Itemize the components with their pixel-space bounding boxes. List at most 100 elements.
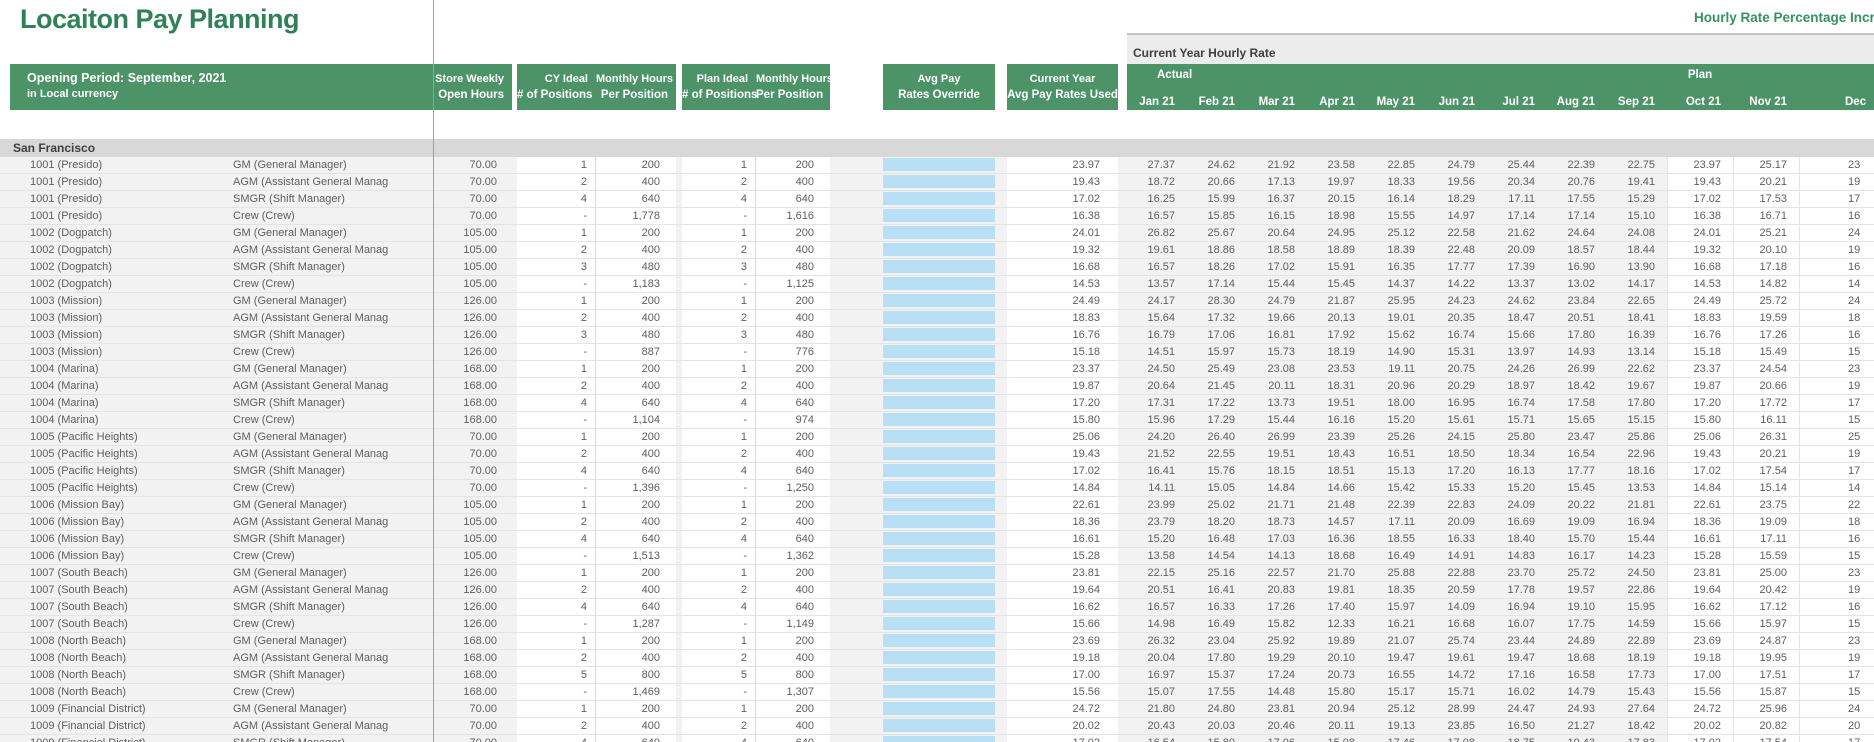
cell-rate-apr[interactable]: 14.66	[1307, 480, 1367, 496]
cell-avg-pay-override-input[interactable]	[883, 192, 995, 205]
cell-rate-mar[interactable]: 26.99	[1247, 429, 1307, 445]
cell-plan-hours[interactable]: 200	[756, 633, 830, 649]
cell-rate-apr[interactable]: 18.31	[1307, 378, 1367, 394]
cell-rate-aug[interactable]: 23.84	[1547, 293, 1607, 309]
cell-rate-apr[interactable]: 20.13	[1307, 310, 1367, 326]
cell-plan-hours[interactable]: 200	[756, 225, 830, 241]
cell-plan-positions[interactable]: 2	[682, 242, 756, 258]
cell-rate-may[interactable]: 25.26	[1367, 429, 1427, 445]
cell-cy-positions[interactable]: 1	[517, 701, 596, 717]
cell-location[interactable]: 1009 (Financial District)	[0, 735, 230, 742]
cell-rate-may[interactable]: 15.13	[1367, 463, 1427, 479]
cell-open-hours[interactable]: 105.00	[433, 548, 512, 564]
cell-location[interactable]: 1003 (Mission)	[0, 327, 230, 343]
cell-cy-hours[interactable]: 640	[596, 395, 676, 411]
cell-location[interactable]: 1001 (Presido)	[0, 157, 230, 173]
cell-avg-rate-used[interactable]: 17.00	[1007, 667, 1118, 683]
cell-open-hours[interactable]: 70.00	[433, 735, 512, 742]
cell-rate-jun[interactable]: 17.20	[1427, 463, 1487, 479]
cell-rate-sep[interactable]: 16.39	[1607, 327, 1667, 343]
cell-plan-positions[interactable]: 4	[682, 531, 756, 547]
cell-rate-aug[interactable]: 20.51	[1547, 310, 1607, 326]
cell-plan-hours[interactable]: 400	[756, 650, 830, 666]
cell-rate-oct-plan[interactable]: 19.32	[1667, 242, 1733, 258]
cell-rate-aug[interactable]: 24.89	[1547, 633, 1607, 649]
cell-open-hours[interactable]: 126.00	[433, 327, 512, 343]
cell-plan-positions[interactable]: 3	[682, 259, 756, 275]
cell-avg-rate-used[interactable]: 15.66	[1007, 616, 1118, 632]
cell-plan-hours[interactable]: 480	[756, 327, 830, 343]
cell-avg-rate-used[interactable]: 19.18	[1007, 650, 1118, 666]
cell-rate-dec-partial[interactable]: 17	[1799, 395, 1874, 411]
cell-rate-mar[interactable]: 15.82	[1247, 616, 1307, 632]
cell-position[interactable]: SMGR (Shift Manager)	[230, 259, 433, 275]
cell-avg-pay-override-input[interactable]	[883, 243, 995, 256]
cell-cy-positions[interactable]: 2	[517, 446, 596, 462]
cell-rate-sep[interactable]: 21.81	[1607, 497, 1667, 513]
cell-position[interactable]: Crew (Crew)	[230, 208, 433, 224]
cell-rate-jan[interactable]: 20.43	[1127, 718, 1187, 734]
cell-plan-hours[interactable]: 640	[756, 735, 830, 742]
cell-plan-positions[interactable]: 5	[682, 667, 756, 683]
cell-rate-feb[interactable]: 17.14	[1187, 276, 1247, 292]
cell-cy-positions[interactable]: 4	[517, 191, 596, 207]
cell-avg-rate-used[interactable]: 15.18	[1007, 344, 1118, 360]
cell-rate-feb[interactable]: 22.55	[1187, 446, 1247, 462]
cell-cy-positions[interactable]: -	[517, 276, 596, 292]
cell-rate-dec-partial[interactable]: 24	[1799, 293, 1874, 309]
cell-rate-jan[interactable]: 16.97	[1127, 667, 1187, 683]
cell-rate-nov-plan[interactable]: 20.82	[1733, 718, 1799, 734]
cell-rate-oct-plan[interactable]: 17.02	[1667, 191, 1733, 207]
cell-rate-nov-plan[interactable]: 20.66	[1733, 378, 1799, 394]
cell-rate-jan[interactable]: 24.20	[1127, 429, 1187, 445]
cell-rate-jul[interactable]: 23.70	[1487, 565, 1547, 581]
cell-rate-jan[interactable]: 14.98	[1127, 616, 1187, 632]
cell-plan-hours[interactable]: 200	[756, 565, 830, 581]
cell-rate-nov-plan[interactable]: 15.59	[1733, 548, 1799, 564]
cell-cy-hours[interactable]: 1,287	[596, 616, 676, 632]
cell-cy-hours[interactable]: 640	[596, 531, 676, 547]
cell-rate-aug[interactable]: 19.09	[1547, 514, 1607, 530]
cell-cy-positions[interactable]: -	[517, 344, 596, 360]
cell-open-hours[interactable]: 70.00	[433, 157, 512, 173]
cell-rate-dec-partial[interactable]: 18	[1799, 514, 1874, 530]
cell-rate-jun[interactable]: 22.83	[1427, 497, 1487, 513]
cell-rate-sep[interactable]: 22.86	[1607, 582, 1667, 598]
cell-avg-rate-used[interactable]: 15.28	[1007, 548, 1118, 564]
cell-rate-may[interactable]: 15.97	[1367, 599, 1427, 615]
cell-rate-jul[interactable]: 24.47	[1487, 701, 1547, 717]
cell-rate-mar[interactable]: 15.44	[1247, 412, 1307, 428]
cell-rate-jan[interactable]: 17.31	[1127, 395, 1187, 411]
cell-rate-dec-partial[interactable]: 15	[1799, 412, 1874, 428]
cell-avg-rate-used[interactable]: 18.36	[1007, 514, 1118, 530]
cell-avg-pay-override-input[interactable]	[883, 600, 995, 613]
cell-location[interactable]: 1001 (Presido)	[0, 191, 230, 207]
cell-rate-mar[interactable]: 19.66	[1247, 310, 1307, 326]
cell-position[interactable]: SMGR (Shift Manager)	[230, 327, 433, 343]
cell-rate-sep[interactable]: 22.75	[1607, 157, 1667, 173]
cell-cy-hours[interactable]: 400	[596, 310, 676, 326]
cell-rate-oct-plan[interactable]: 25.06	[1667, 429, 1733, 445]
cell-location[interactable]: 1008 (North Beach)	[0, 633, 230, 649]
cell-open-hours[interactable]: 105.00	[433, 497, 512, 513]
cell-position[interactable]: SMGR (Shift Manager)	[230, 735, 433, 742]
cell-cy-positions[interactable]: 2	[517, 242, 596, 258]
cell-rate-may[interactable]: 19.13	[1367, 718, 1427, 734]
cell-plan-hours[interactable]: 400	[756, 378, 830, 394]
cell-rate-nov-plan[interactable]: 25.21	[1733, 225, 1799, 241]
cell-rate-jan[interactable]: 14.51	[1127, 344, 1187, 360]
cell-rate-jul[interactable]: 17.11	[1487, 191, 1547, 207]
cell-rate-nov-plan[interactable]: 25.17	[1733, 157, 1799, 173]
cell-rate-jun[interactable]: 15.31	[1427, 344, 1487, 360]
cell-cy-hours[interactable]: 200	[596, 361, 676, 377]
cell-rate-may[interactable]: 15.62	[1367, 327, 1427, 343]
section-row-san-francisco[interactable]: San Francisco	[0, 139, 1874, 157]
cell-rate-jun[interactable]: 22.88	[1427, 565, 1487, 581]
cell-rate-nov-plan[interactable]: 24.54	[1733, 361, 1799, 377]
cell-plan-hours[interactable]: 1,307	[756, 684, 830, 700]
cell-open-hours[interactable]: 70.00	[433, 191, 512, 207]
cell-rate-apr[interactable]: 19.51	[1307, 395, 1367, 411]
cell-open-hours[interactable]: 105.00	[433, 225, 512, 241]
cell-rate-sep[interactable]: 13.53	[1607, 480, 1667, 496]
cell-rate-aug[interactable]: 15.70	[1547, 531, 1607, 547]
